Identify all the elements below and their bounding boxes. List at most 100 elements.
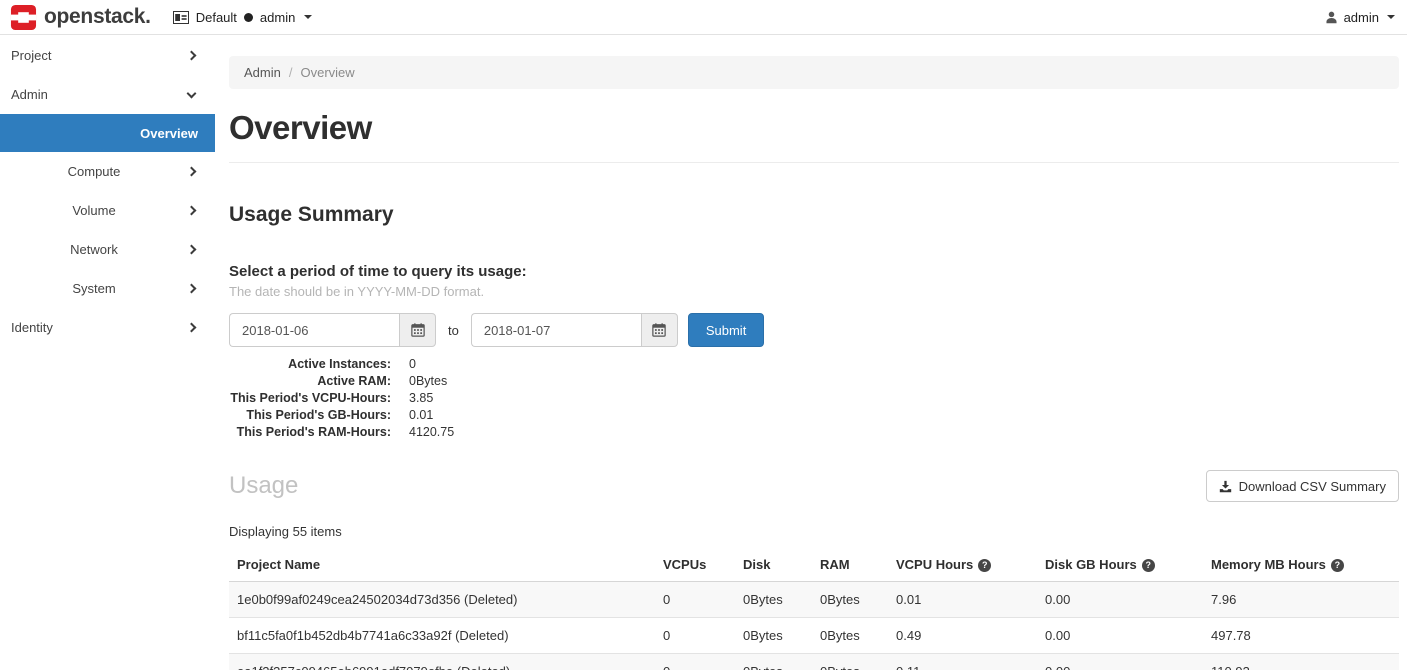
stat-label: Active RAM: [229, 373, 391, 390]
start-date-calendar-button[interactable] [399, 313, 436, 347]
sidebar-item-label: Volume [0, 203, 188, 218]
sidebar-item-system[interactable]: System [0, 269, 215, 308]
breadcrumb-separator: / [289, 65, 293, 80]
stat-value: 3.85 [409, 390, 433, 407]
breadcrumb-current: Overview [300, 65, 354, 80]
chevron-down-icon [1387, 15, 1395, 19]
current-project: admin [260, 10, 295, 25]
item-count: Displaying 55 items [229, 524, 1399, 539]
chevron-right-icon [187, 167, 197, 177]
chevron-right-icon [187, 51, 197, 61]
value-cell: 0Bytes [812, 582, 888, 618]
stat-value: 4120.75 [409, 424, 454, 441]
sidebar-item-label: Admin [0, 87, 188, 102]
main-content: Admin / Overview Overview Usage Summary … [215, 35, 1407, 670]
column-header-memory-mb-hours[interactable]: Memory MB Hours? [1203, 548, 1399, 582]
stat-value: 0 [409, 356, 416, 373]
help-icon[interactable]: ? [978, 559, 991, 572]
column-header-label: Project Name [237, 557, 320, 572]
calendar-icon [411, 323, 425, 337]
value-cell: 0Bytes [812, 654, 888, 670]
value-cell: 497.78 [1203, 618, 1399, 654]
column-header-disk-gb-hours[interactable]: Disk GB Hours? [1037, 548, 1203, 582]
date-format-hint: The date should be in YYYY-MM-DD format. [229, 284, 1399, 299]
sidebar-item-label: Identity [0, 320, 188, 335]
value-cell: 0Bytes [735, 654, 812, 670]
column-header-label: Disk GB Hours [1045, 557, 1137, 572]
value-cell: 0 [655, 654, 735, 670]
sidebar-item-network[interactable]: Network [0, 230, 215, 269]
current-domain: Default [196, 10, 237, 25]
column-header-project-name[interactable]: Project Name [229, 548, 655, 582]
table-row: 1e0b0f99af0249cea24502034d73d356 (Delete… [229, 582, 1399, 618]
value-cell: 0.49 [888, 618, 1037, 654]
value-cell: 0.11 [888, 654, 1037, 670]
breadcrumb-admin-link[interactable]: Admin [244, 65, 281, 80]
stat-label: Active Instances: [229, 356, 391, 373]
column-header-label: Memory MB Hours [1211, 557, 1326, 572]
project-name-cell: bf11c5fa0f1b452db4b7741a6c33a92f (Delete… [229, 618, 655, 654]
column-header-label: VCPUs [663, 557, 706, 572]
column-header-label: VCPU Hours [896, 557, 973, 572]
table-row: ea1f2f357c09465eb6991edf7079efbe (Delete… [229, 654, 1399, 670]
column-header-vcpus[interactable]: VCPUs [655, 548, 735, 582]
user-icon [1325, 11, 1338, 24]
stat-value: 0.01 [409, 407, 433, 424]
stat-row: This Period's RAM-Hours: 4120.75 [229, 424, 1399, 441]
column-header-ram[interactable]: RAM [812, 548, 888, 582]
separator-dot-icon [244, 13, 253, 22]
value-cell: 0Bytes [812, 618, 888, 654]
brand-wordmark: openstack. [44, 6, 151, 29]
breadcrumb: Admin / Overview [229, 56, 1399, 89]
sidebar-item-identity[interactable]: Identity [0, 308, 215, 347]
chevron-right-icon [187, 284, 197, 294]
value-cell: 0Bytes [735, 618, 812, 654]
usage-table-body: 1e0b0f99af0249cea24502034d73d356 (Delete… [229, 582, 1399, 670]
title-divider [229, 162, 1399, 163]
context-switcher[interactable]: Default admin [173, 10, 313, 25]
value-cell: 110.93 [1203, 654, 1399, 670]
column-header-disk[interactable]: Disk [735, 548, 812, 582]
table-row: bf11c5fa0f1b452db4b7741a6c33a92f (Delete… [229, 618, 1399, 654]
openstack-brand-link[interactable]: openstack. [10, 4, 151, 31]
chevron-down-icon [304, 15, 312, 19]
end-date-calendar-button[interactable] [641, 313, 678, 347]
stat-label: This Period's GB-Hours: [229, 407, 391, 424]
chevron-down-icon [187, 88, 197, 98]
sidebar-item-volume[interactable]: Volume [0, 191, 215, 230]
chevron-right-icon [187, 323, 197, 333]
sidebar: Project Admin Overview Compute Volume Network… [0, 35, 215, 670]
value-cell: 0.01 [888, 582, 1037, 618]
submit-button[interactable]: Submit [688, 313, 764, 347]
column-header-label: Disk [743, 557, 770, 572]
download-csv-button[interactable]: Download CSV Summary [1206, 470, 1399, 502]
sidebar-item-compute[interactable]: Compute [0, 152, 215, 191]
sidebar-item-admin[interactable]: Admin [0, 75, 215, 114]
value-cell: 0.00 [1037, 654, 1203, 670]
usage-section-heading: Usage [229, 472, 298, 500]
project-name-cell: 1e0b0f99af0249cea24502034d73d356 (Delete… [229, 582, 655, 618]
user-menu[interactable]: admin [1325, 10, 1395, 25]
stat-row: Active Instances: 0 [229, 356, 1399, 373]
value-cell: 0 [655, 618, 735, 654]
usage-stats: Active Instances:0Active RAM:0BytesThis … [229, 356, 1399, 441]
sidebar-item-label: Compute [0, 164, 188, 179]
date-range-form: to Submit [229, 313, 1399, 347]
sidebar-item-project[interactable]: Project [0, 36, 215, 75]
chevron-right-icon [187, 245, 197, 255]
column-header-label: RAM [820, 557, 850, 572]
usage-table: Project NameVCPUsDiskRAMVCPU Hours?Disk … [229, 548, 1399, 670]
end-date-input[interactable] [471, 313, 641, 347]
column-header-vcpu-hours[interactable]: VCPU Hours? [888, 548, 1037, 582]
usage-summary-heading: Usage Summary [229, 203, 1399, 227]
stat-label: This Period's RAM-Hours: [229, 424, 391, 441]
stat-row: This Period's VCPU-Hours:3.85 [229, 390, 1399, 407]
start-date-input[interactable] [229, 313, 399, 347]
help-icon[interactable]: ? [1142, 559, 1155, 572]
sidebar-item-label: Network [0, 242, 188, 257]
value-cell: 7.96 [1203, 582, 1399, 618]
to-label: to [448, 323, 459, 338]
help-icon[interactable]: ? [1331, 559, 1344, 572]
sidebar-item-overview[interactable]: Overview [0, 114, 215, 152]
value-cell: 0 [655, 582, 735, 618]
